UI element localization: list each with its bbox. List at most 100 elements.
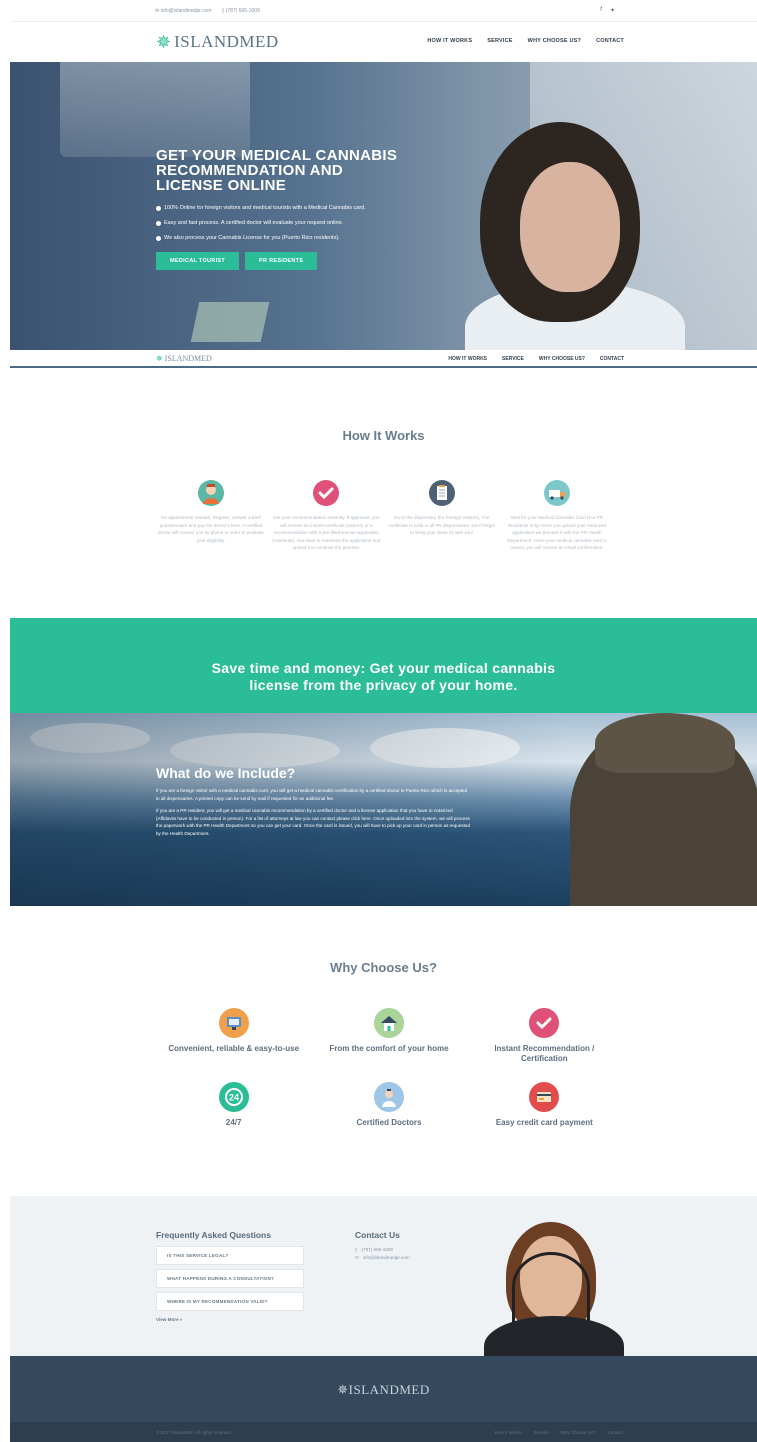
doctor-icon — [198, 480, 224, 506]
top-email-text[interactable]: info@islandmedpr.com — [161, 8, 212, 14]
sticky-nav-bar: ✵ ISLANDMED HOW IT WORKS SERVICE WHY CHO… — [10, 350, 757, 368]
step-text: Get your recommendation instantly. If ap… — [272, 515, 381, 550]
hero-title-line-3: LICENSE ONLINE — [156, 177, 287, 194]
features-grid: Convenient, reliable & easy-to-use From … — [156, 1008, 622, 1128]
hero-bullet-text: 100% Online for foreign visitors and med… — [164, 205, 366, 211]
banner-line-2: license from the privacy of your home. — [249, 677, 518, 693]
sub-footer: © 2017 IslandMed. All rights reserved. H… — [10, 1422, 757, 1442]
top-phone-text[interactable]: (787) 665-1009 — [226, 8, 260, 14]
twitter-icon[interactable]: ✦ — [610, 7, 615, 14]
home-icon — [373, 1008, 404, 1038]
how-it-works-title: How It Works — [342, 428, 425, 443]
agent-body — [484, 1316, 624, 1356]
sticky-nav-how-it-works[interactable]: HOW IT WORKS — [448, 356, 487, 362]
page: ✉ info@islandmedpr.com ▯ (787) 665-1009 … — [10, 0, 757, 1442]
delivery-truck-icon — [543, 480, 570, 506]
contact-phone[interactable]: ▯ (787) 665-1009 — [355, 1246, 495, 1254]
footer-nav-service[interactable]: Service — [533, 1430, 548, 1435]
headset-icon — [512, 1252, 590, 1322]
what-we-include-section: What do we Include? If you are a foreign… — [10, 713, 757, 906]
nav-why-choose-us[interactable]: WHY CHOOSE US? — [528, 38, 581, 44]
hero-monitor-image — [60, 62, 250, 157]
hero-bullet: Easy and fast process. A certified docto… — [156, 216, 456, 231]
footer-nav-why-choose-us[interactable]: Why Choose Us? — [560, 1430, 595, 1435]
step-text: No appointment needed. Register, answer … — [158, 515, 264, 543]
feature-item: Instant Recommendation / Certification — [467, 1008, 622, 1064]
mail-icon: ✉ — [355, 1255, 359, 1260]
hero-bullet-text: Easy and fast process. A certified docto… — [164, 220, 344, 226]
contact-email-text[interactable]: info@islandmedpr.com — [363, 1254, 410, 1262]
sticky-nav-service[interactable]: SERVICE — [502, 356, 524, 362]
facebook-icon[interactable]: f — [600, 7, 602, 14]
why-choose-us-title: Why Choose Us? — [330, 960, 437, 975]
step-text: Wait for your Medical Cannabis Card (For… — [507, 515, 607, 550]
banner-line-1: Save time and money: Get your medical ca… — [211, 660, 556, 676]
top-email[interactable]: ✉ info@islandmedpr.com — [155, 8, 212, 14]
support-agent-image — [484, 1212, 624, 1356]
medical-tourist-button[interactable]: MEDICAL TOURIST — [156, 252, 240, 270]
pr-residents-button[interactable]: PR RESIDENTS — [245, 252, 318, 270]
feature-label: 24/7 — [225, 1118, 242, 1127]
why-choose-us-section: Why Choose Us? Convenient, reliable & ea… — [10, 906, 757, 1196]
faq-item[interactable]: WHAT HAPPENS DURING A CONSULTATION? — [156, 1269, 304, 1288]
sticky-logo-text: ISLANDMED — [164, 354, 212, 363]
svg-text:24: 24 — [229, 1093, 239, 1103]
star-logo-icon: ✵ — [156, 32, 172, 52]
bullet-icon — [156, 206, 161, 211]
bullet-icon — [156, 221, 161, 226]
monitor-icon — [218, 1008, 249, 1038]
clock-24-icon: 24 — [218, 1082, 249, 1112]
contact-phone-text[interactable]: (787) 665-1009 — [362, 1246, 393, 1254]
view-more-link[interactable]: View More » — [156, 1317, 306, 1322]
faq-contact-section: Frequently Asked Questions IS THIS SERVI… — [10, 1196, 757, 1356]
hero-title: GET YOUR MEDICAL CANNABIS RECOMMENDATION… — [156, 148, 456, 193]
footer-nav-how-it-works[interactable]: How It Works — [495, 1430, 522, 1435]
hero-bullet: We also process your Cannabis License fo… — [156, 231, 456, 246]
feature-label: Convenient, reliable & easy-to-use — [168, 1044, 300, 1053]
site-logo[interactable]: ✵ ISLANDMED — [156, 32, 279, 52]
step-item: No appointment needed. Register, answer … — [156, 480, 266, 552]
site-header: ✵ ISLANDMED HOW IT WORKS SERVICE WHY CHO… — [10, 22, 757, 62]
star-logo-icon: ✵ — [337, 1382, 349, 1397]
feature-item: Easy credit card payment — [467, 1082, 622, 1128]
faq-title: Frequently Asked Questions — [156, 1230, 271, 1240]
include-title: What do we Include? — [156, 765, 296, 781]
star-logo-icon: ✵ — [156, 354, 163, 363]
faq-item[interactable]: WHERE IS MY RECOMMENDATION VALID? — [156, 1292, 304, 1311]
feature-item: Certified Doctors — [311, 1082, 466, 1128]
hero-title-line-2: RECOMMENDATION AND — [156, 162, 344, 179]
credit-card-icon — [529, 1082, 560, 1112]
copyright: © 2017 IslandMed. All rights reserved. — [156, 1430, 233, 1435]
footer-logo-text: ISLANDMED — [348, 1382, 430, 1397]
checkmark-icon — [313, 480, 340, 506]
sticky-nav-contact[interactable]: CONTACT — [600, 356, 624, 362]
hero-bullet-text: We also process your Cannabis License fo… — [164, 235, 340, 241]
sticky-logo[interactable]: ✵ ISLANDMED — [156, 354, 212, 363]
logo-text: ISLANDMED — [174, 32, 279, 51]
contact-email[interactable]: ✉ info@islandmedpr.com — [355, 1254, 495, 1262]
main-nav: HOW IT WORKS SERVICE WHY CHOOSE US? CONT… — [427, 38, 624, 44]
hero-notes-image — [190, 302, 270, 342]
nav-how-it-works[interactable]: HOW IT WORKS — [427, 38, 472, 44]
banner-text: Save time and money: Get your medical ca… — [10, 660, 757, 694]
feature-item: 24 24/7 — [156, 1082, 311, 1128]
doctor-icon — [373, 1082, 404, 1112]
hero-bullet: 100% Online for foreign visitors and med… — [156, 201, 456, 216]
nav-contact[interactable]: CONTACT — [596, 38, 624, 44]
top-contact-bar: ✉ info@islandmedpr.com ▯ (787) 665-1009 … — [10, 0, 757, 22]
faq-item[interactable]: IS THIS SERVICE LEGAL? — [156, 1246, 304, 1265]
faq-column: Frequently Asked Questions IS THIS SERVI… — [156, 1230, 306, 1322]
social-links: f ✦ — [600, 7, 615, 14]
footer-logo[interactable]: ✵ISLANDMED — [10, 1382, 757, 1398]
step-item: Wait for your Medical Cannabis Card (For… — [502, 480, 612, 552]
feature-item: From the comfort of your home — [311, 1008, 466, 1064]
sticky-nav-why-choose-us[interactable]: WHY CHOOSE US? — [539, 356, 585, 362]
how-it-works-steps: No appointment needed. Register, answer … — [156, 480, 612, 552]
nav-service[interactable]: SERVICE — [487, 38, 512, 44]
how-it-works-section: How It Works No appointment needed. Regi… — [10, 370, 757, 618]
sticky-nav: HOW IT WORKS SERVICE WHY CHOOSE US? CONT… — [448, 356, 624, 362]
step-item: Get your recommendation instantly. If ap… — [271, 480, 381, 552]
footer-nav-contact[interactable]: Contact — [607, 1430, 623, 1435]
top-phone[interactable]: ▯ (787) 665-1009 — [222, 8, 260, 14]
feature-label: Easy credit card payment — [495, 1118, 593, 1127]
